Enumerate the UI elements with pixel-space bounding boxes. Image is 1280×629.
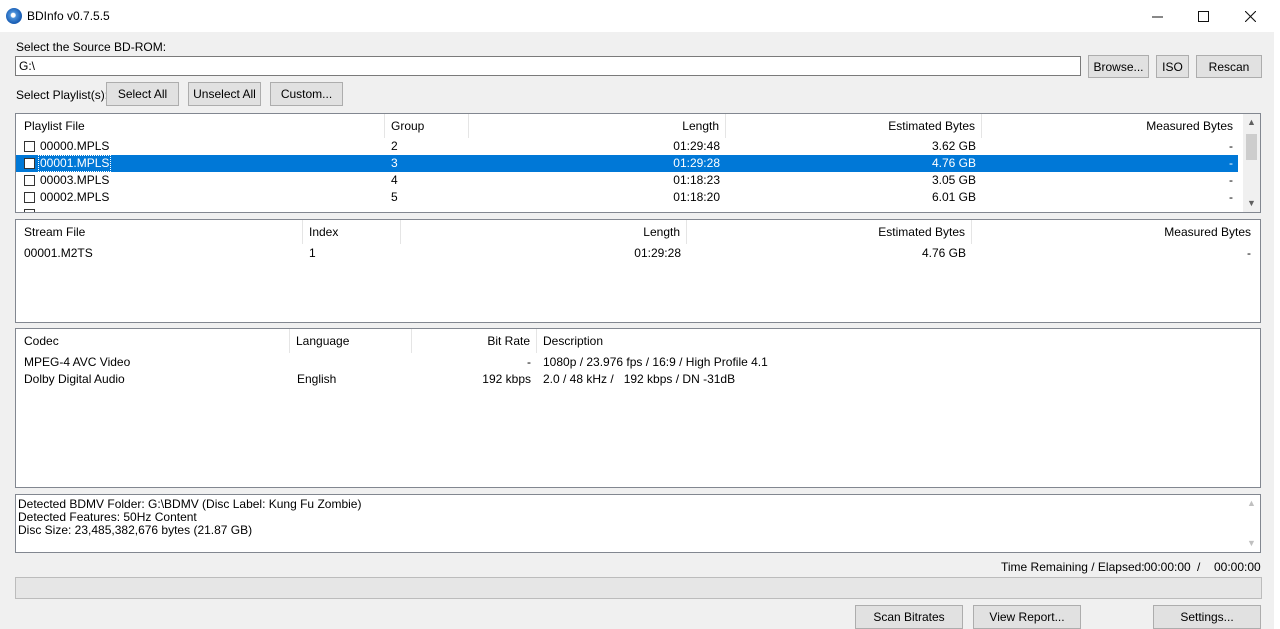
stream-row[interactable]: 00001.M2TS 1 01:29:28 4.76 GB - [16, 245, 1260, 262]
select-all-button[interactable]: Select All [106, 82, 179, 106]
codec-description: 1080p / 23.976 fps / 16:9 / High Profile… [543, 355, 768, 369]
playlist-row[interactable]: 00003.MPLS 4 01:18:23 3.05 GB - [16, 172, 1244, 189]
playlist-estimated-bytes: 3.62 GB [931, 139, 976, 153]
playlist-measured-bytes: - [1229, 139, 1233, 153]
playlist-file: 00003.MPLS [40, 173, 110, 187]
unselect-all-button[interactable]: Unselect All [188, 82, 261, 106]
close-button[interactable] [1227, 0, 1273, 32]
col-header-playlist-file[interactable]: Playlist File [18, 114, 385, 138]
scroll-thumb[interactable] [1246, 134, 1257, 160]
close-icon [1244, 10, 1256, 22]
playlist-list[interactable]: Playlist File Group Length Estimated Byt… [15, 113, 1261, 213]
playlist-estimated-bytes: 3.05 GB [931, 173, 976, 187]
codec-row[interactable]: MPEG-4 AVC Video - 1080p / 23.976 fps / … [16, 354, 1260, 371]
time-elapsed-value: 00:00:00 [1214, 560, 1261, 574]
browse-button[interactable]: Browse... [1088, 55, 1149, 78]
time-separator: / [1197, 560, 1201, 574]
info-line-folder: Detected BDMV Folder: G:\BDMV (Disc Labe… [18, 497, 362, 511]
playlist-length: 01:18:23 [673, 173, 720, 187]
col-header-length[interactable]: Length [469, 114, 726, 138]
codec-description: 2.0 / 48 kHz / 192 kbps / DN -31dB [543, 372, 736, 386]
playlist-checkbox[interactable] [24, 209, 35, 212]
playlist-row[interactable]: 00000.MPLS 2 01:29:48 3.62 GB - [16, 138, 1244, 155]
playlist-measured-bytes: - [1229, 173, 1233, 187]
col-header-estimated-bytes[interactable]: Estimated Bytes [687, 220, 972, 244]
scan-progress-bar [15, 577, 1262, 599]
custom-button[interactable]: Custom... [270, 82, 343, 106]
playlist-file: 00000.MPLS [40, 139, 110, 153]
minimize-icon [1151, 16, 1163, 17]
scroll-down-arrow-icon[interactable]: ▼ [1243, 195, 1260, 212]
playlist-group: 3 [391, 156, 398, 170]
col-header-language[interactable]: Language [290, 329, 412, 353]
window-title: BDInfo v0.7.5.5 [27, 9, 110, 23]
playlist-group: 5 [391, 190, 398, 204]
col-header-estimated-bytes[interactable]: Estimated Bytes [726, 114, 982, 138]
title-bar: BDInfo v0.7.5.5 [0, 0, 1280, 32]
playlist-file: 00001.MPLS [38, 155, 112, 172]
col-header-stream-file[interactable]: Stream File [18, 220, 303, 244]
codec-bit-rate: 192 kbps [482, 372, 531, 386]
playlist-row-partial[interactable] [16, 206, 1244, 212]
playlist-file: 00002.MPLS [40, 190, 110, 204]
time-remaining-value: 00:00:00 [1144, 560, 1191, 574]
col-header-index[interactable]: Index [303, 220, 401, 244]
settings-button[interactable]: Settings... [1153, 605, 1261, 629]
playlist-estimated-bytes: 6.01 GB [931, 190, 976, 204]
iso-button[interactable]: ISO [1156, 55, 1189, 78]
source-path-input[interactable]: G:\ [15, 56, 1081, 76]
select-playlists-label: Select Playlist(s): [16, 88, 109, 102]
maximize-button[interactable] [1180, 0, 1226, 32]
col-header-group[interactable]: Group [385, 114, 469, 138]
playlist-scrollbar[interactable]: ▲ ▼ [1243, 114, 1260, 212]
playlist-length: 01:29:28 [673, 156, 720, 170]
playlist-length: 01:29:48 [673, 139, 720, 153]
scroll-up-arrow-icon[interactable]: ▲ [1243, 495, 1260, 512]
col-header-length[interactable]: Length [401, 220, 687, 244]
col-header-measured-bytes[interactable]: Measured Bytes [972, 220, 1257, 244]
playlist-group: 2 [391, 139, 398, 153]
time-remaining-label: Time Remaining / Elapsed: [1001, 560, 1145, 574]
scan-bitrates-button[interactable]: Scan Bitrates [855, 605, 963, 629]
col-header-bit-rate[interactable]: Bit Rate [412, 329, 537, 353]
stream-list[interactable]: Stream File Index Length Estimated Bytes… [15, 219, 1261, 323]
codec-name: MPEG-4 AVC Video [24, 355, 131, 369]
stream-estimated-bytes: 4.76 GB [921, 246, 966, 260]
app-disc-icon [6, 8, 22, 24]
codec-name: Dolby Digital Audio [24, 372, 125, 386]
scroll-down-arrow-icon[interactable]: ▼ [1243, 535, 1260, 552]
playlist-checkbox[interactable] [24, 192, 35, 203]
playlist-measured-bytes: - [1229, 190, 1233, 204]
playlist-row[interactable]: 00002.MPLS 5 01:18:20 6.01 GB - [16, 189, 1244, 206]
minimize-button[interactable] [1134, 0, 1180, 32]
codec-bit-rate: - [527, 355, 531, 369]
playlist-checkbox[interactable] [24, 141, 35, 152]
stream-file: 00001.M2TS [24, 246, 93, 260]
maximize-icon [1197, 10, 1209, 22]
col-header-description[interactable]: Description [537, 329, 1037, 353]
info-line-disc-size: Disc Size: 23,485,382,676 bytes (21.87 G… [18, 523, 253, 537]
codec-list[interactable]: Codec Language Bit Rate Description MPEG… [15, 328, 1261, 488]
view-report-button[interactable]: View Report... [973, 605, 1081, 629]
info-scrollbar[interactable]: ▲ ▼ [1243, 495, 1260, 552]
playlist-checkbox[interactable] [24, 158, 35, 169]
playlist-estimated-bytes: 4.76 GB [931, 156, 976, 170]
rescan-button[interactable]: Rescan [1196, 55, 1262, 78]
scroll-up-arrow-icon[interactable]: ▲ [1243, 114, 1260, 131]
playlist-checkbox[interactable] [24, 175, 35, 186]
playlist-group: 4 [391, 173, 398, 187]
source-label: Select the Source BD-ROM: [16, 40, 167, 54]
playlist-measured-bytes: - [1229, 156, 1233, 170]
disc-info-textbox[interactable]: Detected BDMV Folder: G:\BDMV (Disc Labe… [15, 494, 1261, 553]
stream-index: 1 [309, 246, 316, 260]
codec-language: English [297, 372, 337, 386]
stream-length: 01:29:28 [634, 246, 681, 260]
col-header-measured-bytes[interactable]: Measured Bytes [982, 114, 1239, 138]
stream-measured-bytes: - [1247, 246, 1251, 260]
playlist-length: 01:18:20 [673, 190, 720, 204]
codec-row[interactable]: Dolby Digital Audio English 192 kbps 2.0… [16, 371, 1260, 388]
col-header-codec[interactable]: Codec [18, 329, 290, 353]
playlist-row-selected[interactable]: 00001.MPLS 3 01:29:28 4.76 GB - [16, 155, 1238, 172]
